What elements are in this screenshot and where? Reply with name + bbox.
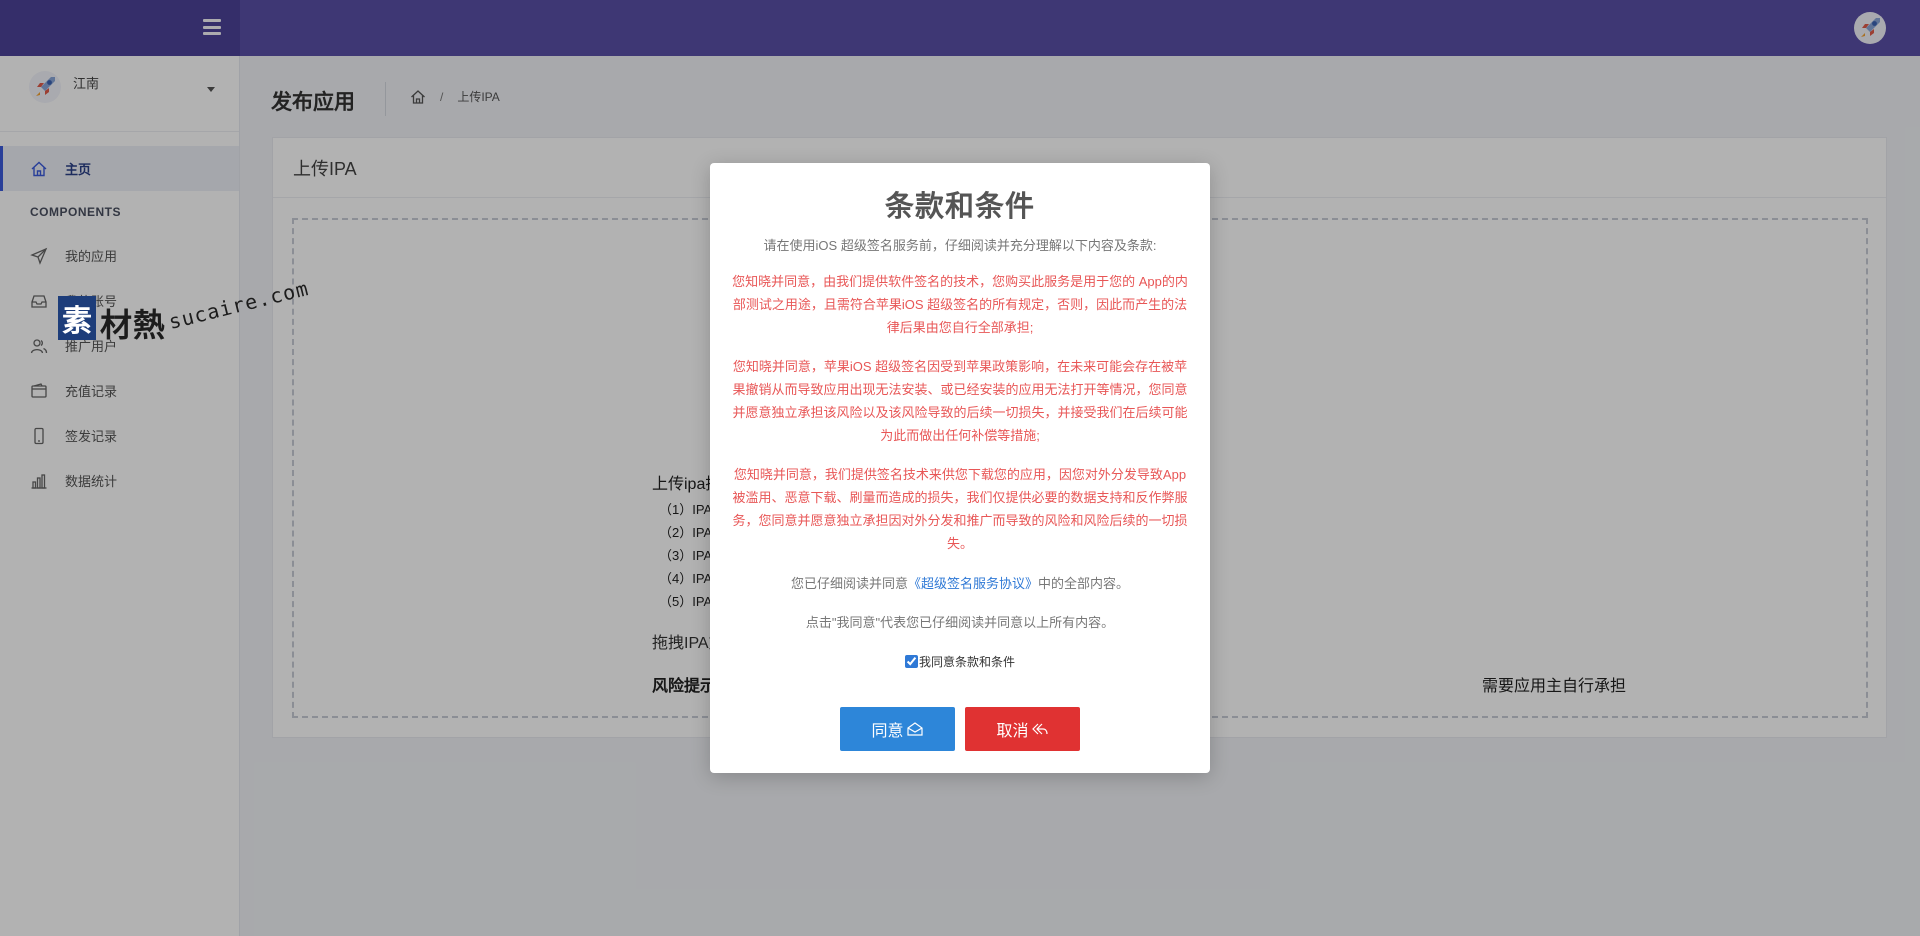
terms-paragraph-1: 您知晓并同意，由我们提供软件签名的技术，您购买此服务是用于您的 App的内部测试…: [732, 274, 1188, 335]
click-note: 点击"我同意"代表您已仔细阅读并同意以上所有内容。: [805, 615, 1115, 630]
service-agreement-link[interactable]: 《超级签名服务协议》: [908, 576, 1038, 591]
terms-paragraph-3: 您知晓并同意，我们提供签名技术来供您下载您的应用，因您对外分发导致App被滥用、…: [732, 467, 1188, 551]
watermark-logo: 素: [58, 296, 96, 340]
cancel-button[interactable]: 取消: [965, 707, 1080, 751]
cancel-label: 取消: [996, 723, 1029, 740]
agree-terms-checkbox[interactable]: [904, 655, 918, 668]
read-prefix: 您已仔细阅读并同意: [790, 576, 908, 591]
agree-terms-checkbox-row[interactable]: 我同意条款和条件: [710, 653, 1210, 670]
watermark: 素 材熱 sucaire.com: [58, 276, 318, 360]
terms-modal: 条款和条件 请在使用iOS 超级签名服务前，仔细阅读并充分理解以下内容及条款: …: [710, 163, 1210, 773]
watermark-chars: 材熱: [100, 307, 167, 343]
modal-intro: 请在使用iOS 超级签名服务前，仔细阅读并充分理解以下内容及条款:: [763, 238, 1157, 253]
read-suffix: 中的全部内容。: [1038, 576, 1130, 591]
agree-button[interactable]: 同意: [840, 707, 955, 751]
checkbox-label[interactable]: 我同意条款和条件: [919, 653, 1015, 670]
envelope-open-icon: [906, 721, 924, 737]
modal-title: 条款和条件: [884, 191, 1035, 223]
terms-paragraph-2: 您知晓并同意，苹果iOS 超级签名因受到苹果政策影响，在未来可能会存在被苹果撤销…: [732, 359, 1188, 443]
agree-label: 同意: [871, 723, 904, 740]
reply-all-icon: [1031, 721, 1049, 737]
read-confirm-text: 您已仔细阅读并同意《超级签名服务协议》中的全部内容。: [710, 573, 1210, 592]
